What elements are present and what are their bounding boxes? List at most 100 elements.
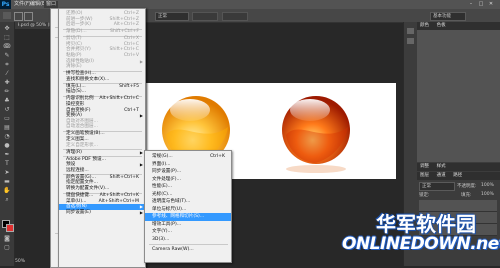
- brush-tool-icon[interactable]: ✏: [3, 89, 11, 95]
- menu-item[interactable]: 远程连接...: [59, 168, 145, 174]
- menu-item[interactable]: 性能(E)...: [145, 183, 231, 191]
- menu-item-label: 首选项(N): [66, 204, 87, 210]
- menu-item[interactable]: 清理(R) ▶: [59, 150, 145, 156]
- menu-item[interactable]: 3D(3)...: [145, 236, 231, 244]
- blur-tool-icon[interactable]: ◔: [3, 134, 11, 140]
- path-select-icon[interactable]: ➤: [3, 170, 11, 176]
- fill-label: 填充:: [461, 193, 472, 198]
- marquee-tool-icon[interactable]: ⬚: [3, 35, 11, 41]
- gradient-icon[interactable]: ▤: [3, 125, 11, 131]
- menu-item[interactable]: 渐隐(D)... Shift+Ctrl+F: [59, 29, 145, 35]
- menu-item-label: 定义自定形状...: [66, 142, 98, 148]
- menu-item[interactable]: 文字(Y)...: [145, 228, 231, 236]
- maximize-icon[interactable]: □: [478, 1, 484, 7]
- menu-item[interactable]: 单位与标尺(U)...: [145, 206, 231, 214]
- menu-item[interactable]: 光标(C)...: [145, 191, 231, 199]
- lasso-tool-icon[interactable]: ↂ: [3, 44, 11, 50]
- quick-mask-icon[interactable]: ◙: [3, 236, 11, 242]
- menu-item-label: 合并拷贝(Y): [66, 47, 91, 53]
- tab-styles[interactable]: 样式: [434, 164, 449, 169]
- hand-tool-icon[interactable]: ✋: [3, 188, 11, 194]
- tab-swatches[interactable]: 色板: [434, 23, 449, 28]
- menu-item-label: 预设: [66, 162, 76, 168]
- menu-item-label: 透明度与色域(T)...: [152, 199, 191, 204]
- preferences-submenu: 常规(G)... Ctrl+K 界面(I)... 同步设置(P)... 文件处理(F).…: [144, 150, 232, 263]
- menu-item-label: 3D(3)...: [152, 236, 170, 242]
- move-tool-icon[interactable]: ✥: [3, 26, 11, 32]
- menu-item-label: 同步设置(P)...: [152, 169, 182, 174]
- screen-mode-icon[interactable]: ▢: [3, 245, 11, 251]
- menu-item-label: 指定配置文件...: [66, 180, 98, 186]
- type-tool-icon[interactable]: T: [3, 161, 11, 167]
- tab-paths[interactable]: 路径: [450, 173, 465, 178]
- tab-adjustments[interactable]: 调整: [417, 164, 432, 169]
- menu-item-label: 查找和替换文本(X)...: [66, 76, 110, 82]
- menu-shortcut: Ctrl+K: [209, 154, 225, 159]
- menu-item[interactable]: 文件处理(F)...: [145, 176, 231, 184]
- tab-layers[interactable]: 图层: [417, 173, 432, 178]
- menu-item-label: 自动混合图层...: [66, 124, 98, 130]
- menu-item[interactable]: 同步设置(P)...: [145, 168, 231, 176]
- menu-item[interactable]: 透明度与色域(T)...: [145, 198, 231, 206]
- marquee-new-icon[interactable]: [14, 12, 23, 21]
- menu-item-label: 同步设置(E): [66, 209, 91, 215]
- properties-panel-icon[interactable]: [407, 38, 414, 44]
- menu-item-label: 常规(G)...: [152, 154, 173, 159]
- tab-channels[interactable]: 通道: [434, 173, 449, 178]
- menu-item[interactable]: 自动混合图层...: [59, 124, 145, 130]
- dodge-tool-icon[interactable]: ●: [3, 143, 11, 149]
- menu-item-label: 键盘快捷键...: [66, 193, 94, 198]
- menu-window-active[interactable]: 窗口: [44, 1, 59, 8]
- menu-item[interactable]: 转换为配置文件(V)...: [59, 186, 145, 192]
- eraser-icon[interactable]: ▭: [3, 116, 11, 122]
- menu-item[interactable]: 界面(I)...: [145, 161, 231, 169]
- menu-item[interactable]: 参考线、网格和切片(S)...: [145, 213, 231, 221]
- opacity-value[interactable]: 100%: [481, 183, 494, 188]
- menu-item[interactable]: 常规(G)... Ctrl+K: [145, 153, 231, 161]
- photoshop-logo: Ps: [0, 0, 11, 9]
- menu-item[interactable]: Camera Raw(W)...: [145, 246, 231, 254]
- shape-tool-icon[interactable]: ▬: [3, 179, 11, 185]
- blend-mode-select[interactable]: 正常: [419, 182, 455, 191]
- menu-item[interactable]: 后退一步(K) Alt+Ctrl+Z: [59, 22, 145, 28]
- menu-item[interactable]: 增效工具(P)...: [145, 221, 231, 229]
- width-field[interactable]: [192, 12, 218, 21]
- tab-color[interactable]: 颜色: [417, 23, 432, 28]
- zoom-tool-icon[interactable]: ⌕: [3, 197, 11, 203]
- submenu-arrow-icon: ▶: [139, 209, 143, 215]
- tools-panel: ✥ ⬚ ↂ ✎ ⌗ ⁄ ✚ ✏ ♣ ↺ ▭ ▤ ◔ ● ✒ T ➤ ▬ ✋ ⌕ …: [0, 22, 15, 266]
- marquee-add-icon[interactable]: [24, 12, 33, 21]
- menu-item-label: 粘贴(P): [66, 53, 82, 58]
- mode-select[interactable]: 正常: [155, 12, 189, 21]
- crop-tool-icon[interactable]: ⌗: [3, 62, 11, 68]
- menu-item-label: 文件处理(F)...: [152, 176, 181, 182]
- pen-tool-icon[interactable]: ✒: [3, 152, 11, 158]
- close-icon[interactable]: ✕: [488, 1, 494, 7]
- eyedropper-icon[interactable]: ⁄: [3, 71, 11, 77]
- menu-item-label: 性能(E)...: [152, 184, 173, 189]
- adjust-panel-header: 调整 样式: [417, 163, 500, 171]
- menu-item[interactable]: 清除(E): [59, 64, 145, 70]
- fill-value[interactable]: 100%: [481, 192, 494, 197]
- menu-item[interactable]: 查找和替换文本(X)...: [59, 77, 145, 83]
- menu-item[interactable]: 定义自定形状...: [59, 143, 145, 149]
- quick-select-icon[interactable]: ✎: [3, 53, 11, 59]
- menu-item-label: 剪切(T): [66, 36, 82, 42]
- menu-item-label: 清除(E): [66, 64, 82, 70]
- menu-item-label: 还原(O): [66, 11, 83, 16]
- background-color-swatch[interactable]: [6, 224, 14, 232]
- healing-brush-icon[interactable]: ✚: [3, 80, 11, 86]
- height-field[interactable]: [222, 12, 248, 21]
- menu-item[interactable]: 描边(S)...: [59, 89, 145, 95]
- clone-stamp-icon[interactable]: ♣: [3, 98, 11, 104]
- edit-menu: 还原(O) Ctrl+Z 前进一步(W) Shift+Ctrl+Z 后退一步(K) Alt…: [58, 8, 146, 268]
- menu-file[interactable]: 文件(F): [14, 1, 31, 8]
- workspace-select[interactable]: 基本功能: [430, 12, 466, 21]
- menu-item-label: Adobe PDF 预设...: [66, 156, 106, 162]
- tool-preset-icon[interactable]: [3, 12, 11, 19]
- menu-item[interactable]: 同步设置(E) ▶: [59, 210, 145, 216]
- history-panel-icon[interactable]: [407, 28, 414, 34]
- menu-item-label: 自由变换(F): [66, 107, 91, 113]
- minimize-icon[interactable]: –: [468, 1, 474, 7]
- history-brush-icon[interactable]: ↺: [3, 107, 11, 113]
